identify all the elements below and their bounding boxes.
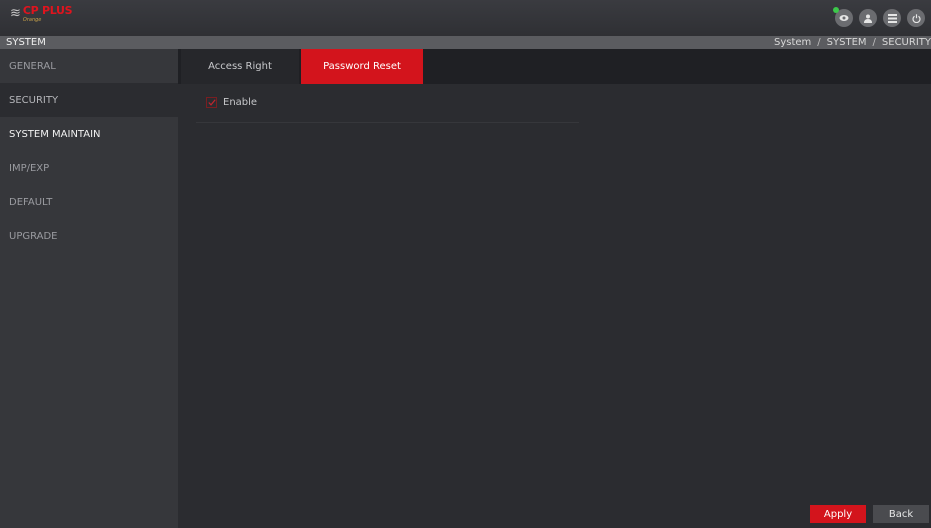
breadcrumb-separator: / (872, 37, 876, 48)
back-button[interactable]: Back (873, 505, 929, 523)
tab-password-reset[interactable]: Password Reset (301, 49, 423, 84)
sidebar-item-general[interactable]: GENERAL (0, 49, 178, 83)
sidebar-item-system-maintain[interactable]: SYSTEM MAINTAIN (0, 117, 178, 151)
live-view-icon[interactable] (833, 7, 853, 27)
header-icons (833, 7, 925, 27)
cp-plus-logo: ≋ CP PLUS Orange (10, 4, 73, 31)
enable-checkbox[interactable] (206, 96, 217, 108)
breadcrumb-item: SECURITY (881, 37, 931, 48)
page-title: SYSTEM (6, 37, 46, 48)
enable-label: Enable (223, 96, 258, 108)
breadcrumb: System / SYSTEM / SECURITY (774, 36, 931, 49)
enable-option: Enable (206, 94, 257, 110)
title-bar: SYSTEM System / SYSTEM / SECURITY (0, 36, 931, 49)
sidebar-item-upgrade[interactable]: UPGRADE (0, 219, 178, 253)
divider (196, 122, 579, 123)
breadcrumb-item[interactable]: SYSTEM (827, 36, 867, 49)
logo-brand: CP PLUS (22, 4, 73, 17)
sidebar: GENERAL SECURITY SYSTEM MAINTAIN IMP/EXP… (0, 49, 178, 528)
sidebar-item-default[interactable]: DEFAULT (0, 185, 178, 219)
logo-sub: Orange (22, 17, 42, 23)
apply-button[interactable]: Apply (810, 505, 866, 523)
logo-mark-icon: ≋ (10, 6, 21, 21)
tab-access-right[interactable]: Access Right (181, 49, 299, 84)
top-header: ≋ CP PLUS Orange (0, 0, 931, 37)
grid-menu-icon[interactable] (883, 9, 901, 27)
sidebar-item-imp-exp[interactable]: IMP/EXP (0, 151, 178, 185)
power-icon[interactable] (907, 9, 925, 27)
breadcrumb-separator: / (817, 37, 821, 48)
breadcrumb-item[interactable]: System (774, 36, 811, 49)
tab-bar: Access Right Password Reset (178, 49, 931, 84)
status-dot (833, 7, 839, 13)
sidebar-item-security[interactable]: SECURITY (0, 83, 178, 117)
user-icon[interactable] (859, 9, 877, 27)
logo-text: CP PLUS Orange (22, 4, 73, 24)
